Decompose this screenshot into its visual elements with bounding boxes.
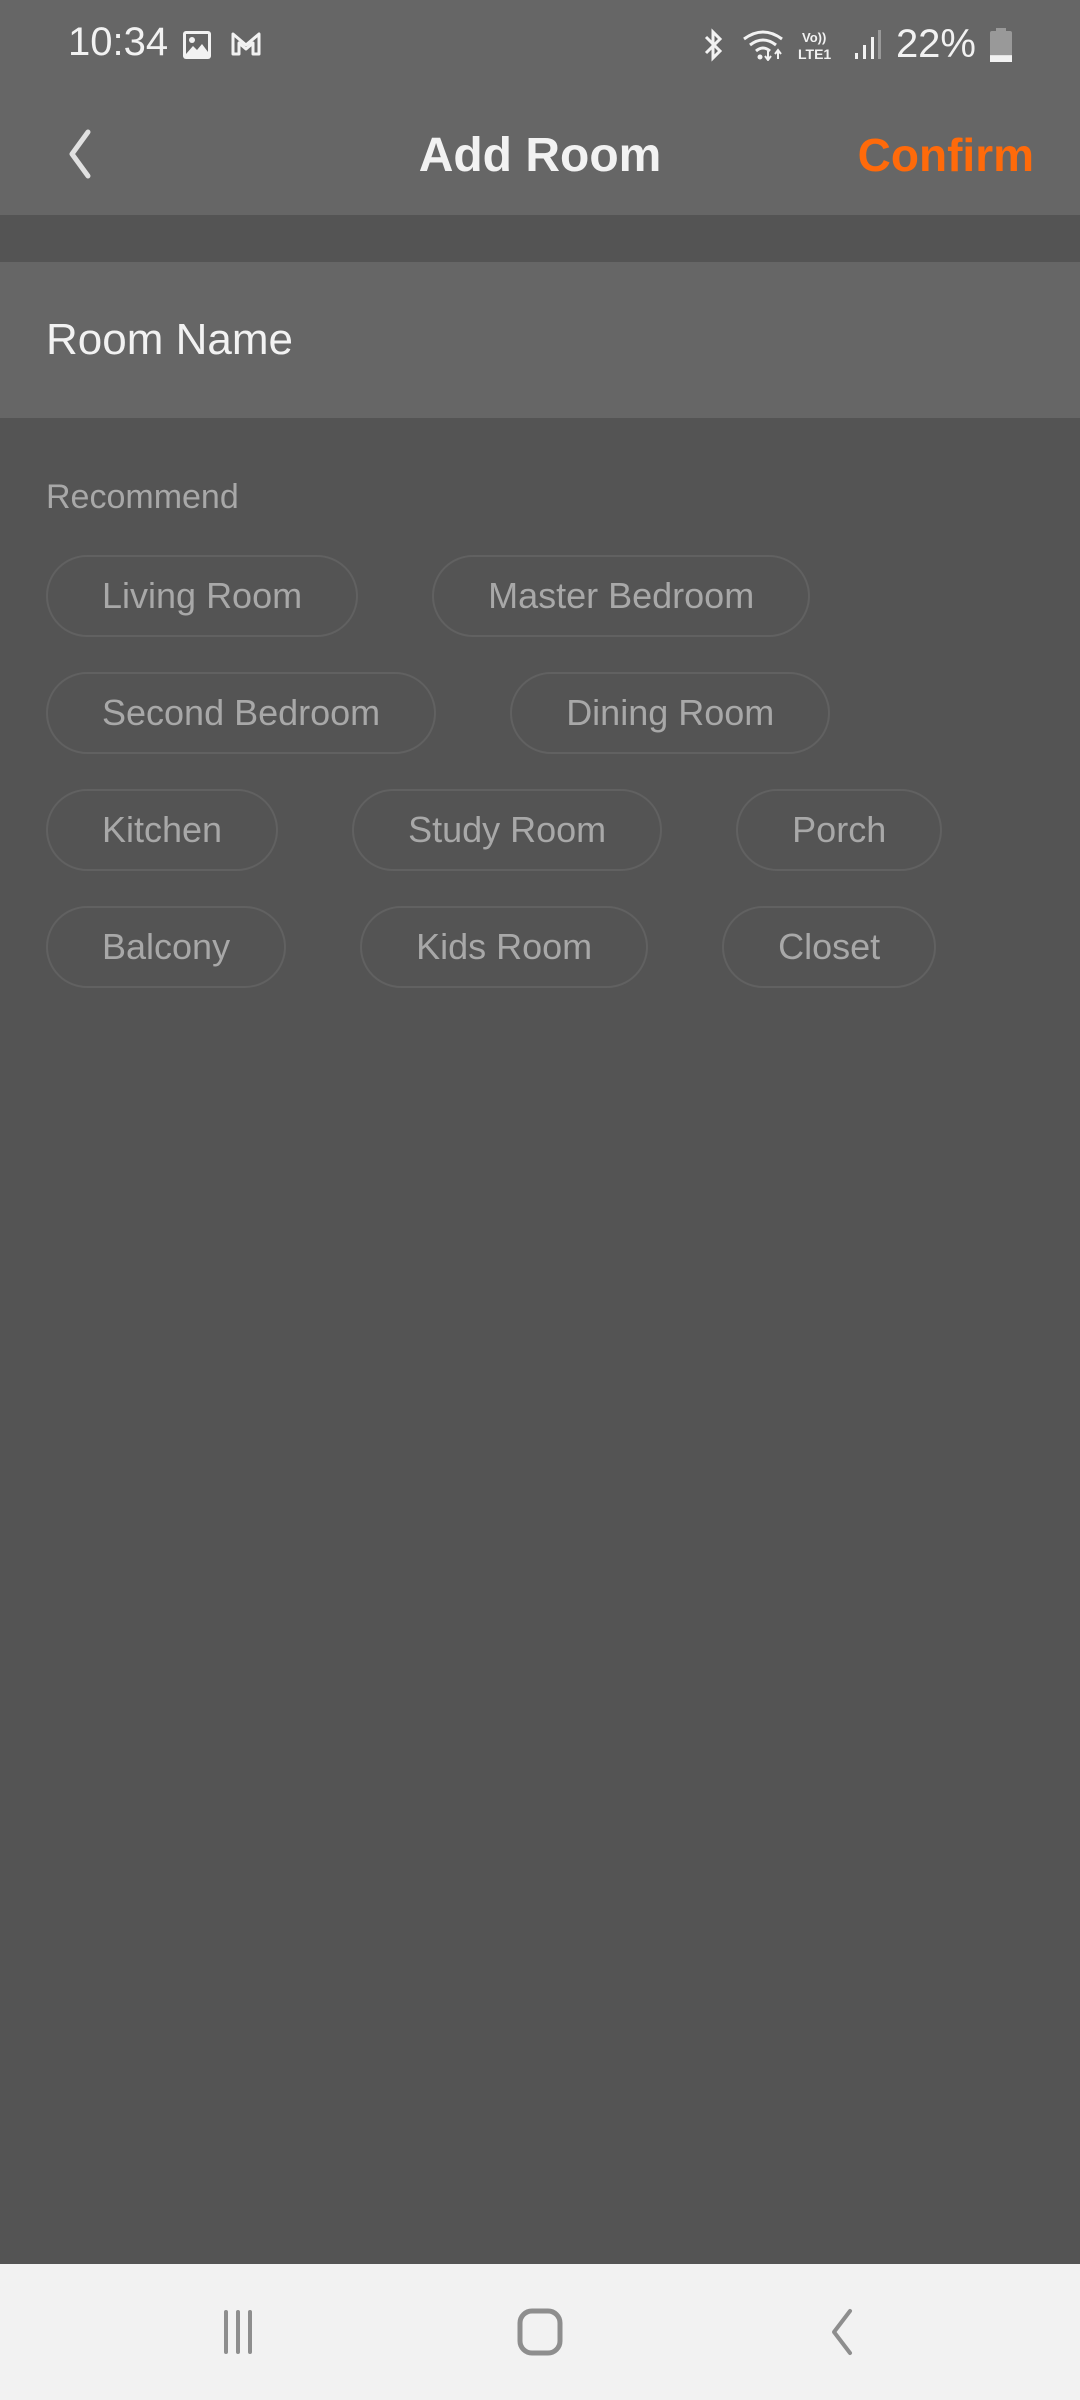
room-name-input[interactable] <box>46 308 1026 372</box>
signal-icon <box>854 29 881 59</box>
chip-row: Living Room Master Bedroom <box>46 555 1046 637</box>
chip-master-bedroom[interactable]: Master Bedroom <box>432 555 811 637</box>
svg-text:Vo)): Vo)) <box>802 30 826 45</box>
bluetooth-icon <box>704 27 723 62</box>
home-icon <box>517 2308 563 2356</box>
nav-back-button[interactable] <box>802 2304 882 2360</box>
chip-second-bedroom[interactable]: Second Bedroom <box>46 672 437 754</box>
home-button[interactable] <box>500 2304 580 2360</box>
room-name-row <box>0 262 1080 418</box>
status-notification-icons <box>182 30 262 60</box>
chip-study-room[interactable]: Study Room <box>352 789 663 871</box>
confirm-button[interactable]: Confirm <box>858 128 1034 182</box>
chip-row: Balcony Kids Room Closet <box>46 906 1046 988</box>
section-divider <box>0 215 1080 262</box>
chip-porch[interactable]: Porch <box>736 789 943 871</box>
wifi-icon <box>743 30 783 61</box>
gmail-icon <box>231 32 261 56</box>
recents-icon <box>224 2310 252 2354</box>
chip-kids-room[interactable]: Kids Room <box>360 906 649 988</box>
app-header: Add Room Confirm <box>0 92 1080 215</box>
recommend-chips: Living Room Master Bedroom Second Bedroo… <box>46 555 1046 1023</box>
volte-lte-icon: Vo))LTE1 <box>798 30 831 62</box>
recents-button[interactable] <box>198 2304 278 2360</box>
back-icon <box>832 2309 852 2355</box>
recommend-label: Recommend <box>46 478 239 516</box>
status-time: 10:34 <box>68 20 169 64</box>
system-nav-bar <box>0 2264 1080 2400</box>
battery-percent: 22% <box>895 22 976 66</box>
chip-balcony[interactable]: Balcony <box>46 906 287 988</box>
status-bar: 10:34 Vo)) LTE1 22% <box>0 0 1080 92</box>
chip-living-room[interactable]: Living Room <box>46 555 359 637</box>
gallery-icon <box>183 31 211 59</box>
chip-row: Kitchen Study Room Porch <box>46 789 1046 871</box>
chip-closet[interactable]: Closet <box>722 906 937 988</box>
status-system-icons: Vo)) LTE1 22% <box>698 22 1012 67</box>
svg-text:LTE1: LTE1 <box>798 46 831 62</box>
battery-icon <box>990 27 1012 62</box>
chip-row: Second Bedroom Dining Room <box>46 672 1046 754</box>
chip-dining-room[interactable]: Dining Room <box>510 672 831 754</box>
chip-kitchen[interactable]: Kitchen <box>46 789 279 871</box>
